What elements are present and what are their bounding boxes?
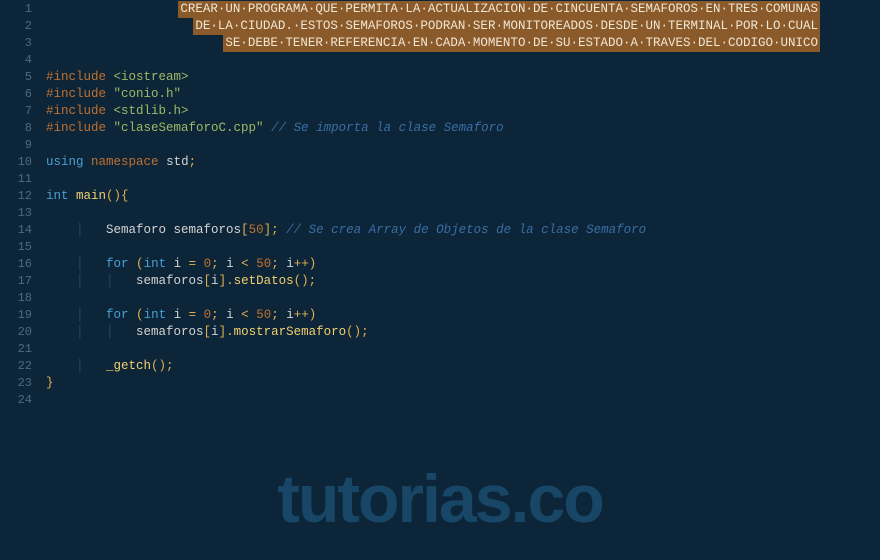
code-line: │ _getch();	[46, 358, 880, 375]
line-number: 19	[0, 307, 32, 324]
line-number-gutter: 123456789101112131415161718192021222324	[0, 0, 40, 560]
code-line: #include <iostream>	[46, 69, 880, 86]
code-line: │ │ semaforos[i].setDatos();	[46, 273, 880, 290]
line-number: 23	[0, 375, 32, 392]
line-number: 9	[0, 137, 32, 154]
line-number: 11	[0, 171, 32, 188]
line-number: 18	[0, 290, 32, 307]
code-line: │ for (int i = 0; i < 50; i++)	[46, 307, 880, 324]
code-line	[46, 341, 880, 358]
code-line: │ for (int i = 0; i < 50; i++)	[46, 256, 880, 273]
banner-comment: SE·DEBE·TENER·REFERENCIA·EN·CADA·MOMENTO…	[223, 35, 820, 52]
banner-comment: CREAR·UN·PROGRAMA·QUE·PERMITA·LA·ACTUALI…	[178, 1, 820, 18]
code-line	[46, 392, 880, 409]
line-number: 16	[0, 256, 32, 273]
code-line	[46, 171, 880, 188]
line-number: 14	[0, 222, 32, 239]
code-line: }	[46, 375, 880, 392]
code-line: #include "claseSemaforoC.cpp" // Se impo…	[46, 120, 880, 137]
code-line: using namespace std;	[46, 154, 880, 171]
line-number: 8	[0, 120, 32, 137]
code-area[interactable]: CREAR·UN·PROGRAMA·QUE·PERMITA·LA·ACTUALI…	[40, 0, 880, 560]
code-line	[46, 52, 880, 69]
code-line: │ Semaforo semaforos[50]; // Se crea Arr…	[46, 222, 880, 239]
code-line	[46, 205, 880, 222]
line-number: 4	[0, 52, 32, 69]
line-number: 5	[0, 69, 32, 86]
line-number: 13	[0, 205, 32, 222]
line-number: 3	[0, 35, 32, 52]
line-number: 20	[0, 324, 32, 341]
line-number: 17	[0, 273, 32, 290]
line-number: 15	[0, 239, 32, 256]
code-line	[46, 290, 880, 307]
line-number: 22	[0, 358, 32, 375]
code-line: SE·DEBE·TENER·REFERENCIA·EN·CADA·MOMENTO…	[46, 35, 880, 52]
code-line	[46, 239, 880, 256]
line-number: 6	[0, 86, 32, 103]
code-line	[46, 137, 880, 154]
line-number: 10	[0, 154, 32, 171]
code-line: #include "conio.h"	[46, 86, 880, 103]
code-editor[interactable]: 123456789101112131415161718192021222324 …	[0, 0, 880, 560]
code-line: CREAR·UN·PROGRAMA·QUE·PERMITA·LA·ACTUALI…	[46, 1, 880, 18]
code-line: │ │ semaforos[i].mostrarSemaforo();	[46, 324, 880, 341]
line-number: 1	[0, 1, 32, 18]
code-line: #include <stdlib.h>	[46, 103, 880, 120]
code-line: int main(){	[46, 188, 880, 205]
line-number: 12	[0, 188, 32, 205]
line-number: 21	[0, 341, 32, 358]
code-line: DE·LA·CIUDAD.·ESTOS·SEMAFOROS·PODRAN·SER…	[46, 18, 880, 35]
line-number: 7	[0, 103, 32, 120]
line-number: 24	[0, 392, 32, 409]
line-number: 2	[0, 18, 32, 35]
banner-comment: DE·LA·CIUDAD.·ESTOS·SEMAFOROS·PODRAN·SER…	[193, 18, 820, 35]
